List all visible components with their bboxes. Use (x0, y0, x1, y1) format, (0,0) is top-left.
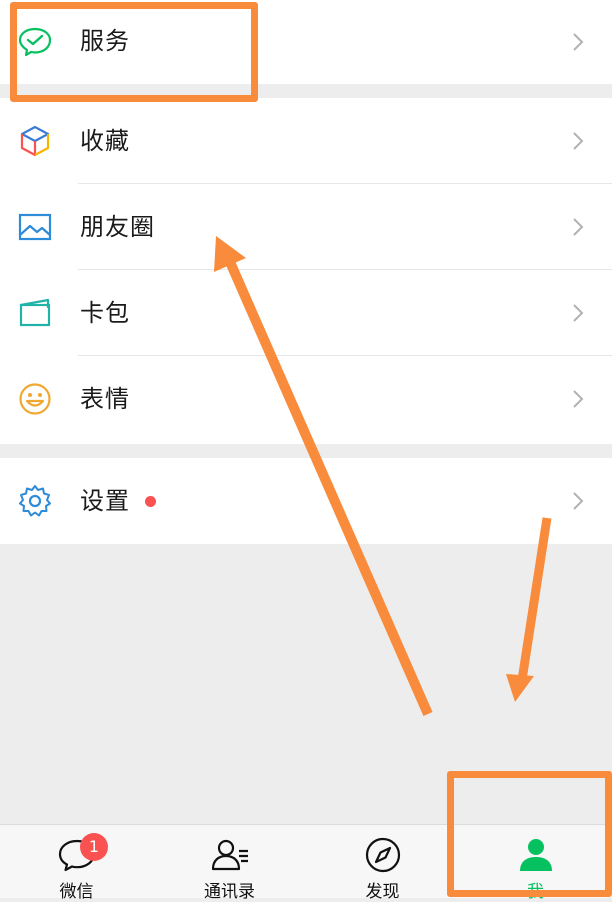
menu-item-label: 卡包 (80, 299, 130, 327)
compass-icon (365, 837, 400, 873)
chevron-right-icon (573, 132, 584, 150)
favorites-cube-icon (20, 125, 50, 157)
menu-item-cards[interactable]: 卡包 (0, 270, 612, 356)
main-menu-group: 收藏 朋友圈 卡包 表情 (0, 98, 612, 444)
menu-item-favorites[interactable]: 收藏 (0, 98, 612, 184)
highlight-box-services (10, 2, 258, 102)
unread-badge: 1 (80, 833, 108, 861)
tab-label: 发现 (365, 882, 400, 902)
settings-label: 设置 (80, 487, 130, 515)
menu-item-label: 表情 (80, 385, 130, 413)
settings-item[interactable]: 设置 (0, 458, 612, 544)
moments-picture-icon (18, 213, 52, 241)
tab-label: 通讯录 (204, 882, 255, 902)
notification-dot (145, 496, 156, 507)
gear-icon (19, 485, 51, 517)
menu-item-moments[interactable]: 朋友圈 (0, 184, 612, 270)
menu-item-label: 收藏 (80, 127, 130, 155)
tab-chats[interactable]: 1 微信 (0, 825, 153, 902)
contacts-icon (211, 839, 248, 871)
menu-item-stickers[interactable]: 表情 (0, 356, 612, 444)
menu-item-label: 朋友圈 (80, 213, 155, 241)
chevron-right-icon (573, 33, 584, 51)
tab-label: 微信 (59, 882, 94, 902)
chevron-right-icon (573, 492, 584, 510)
highlight-box-tab-me (447, 771, 612, 897)
smiley-icon (19, 383, 51, 415)
tab-discover[interactable]: 发现 (306, 825, 459, 902)
arrowhead-me-tab (506, 674, 534, 702)
chevron-right-icon (573, 304, 584, 322)
chevron-right-icon (573, 390, 584, 408)
settings-group: 设置 (0, 458, 612, 544)
chevron-right-icon (573, 218, 584, 236)
tab-contacts[interactable]: 通讯录 (153, 825, 306, 902)
card-wallet-icon (19, 298, 51, 327)
